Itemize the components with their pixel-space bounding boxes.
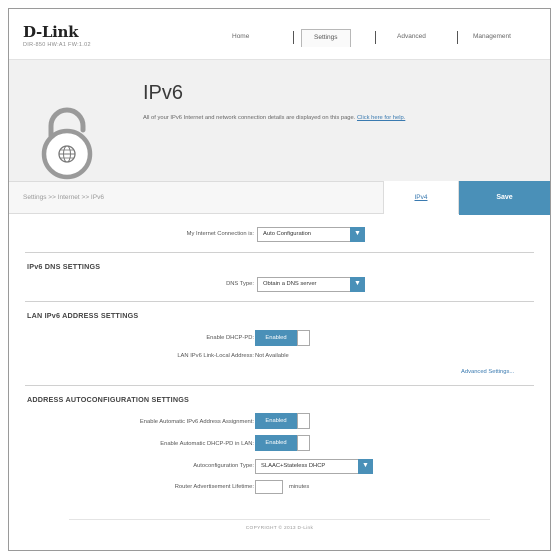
connection-type-value: Auto Configuration [263, 231, 312, 237]
divider [25, 301, 534, 302]
footer-divider [69, 519, 490, 520]
nav-divider [457, 31, 458, 44]
autoconfig-type-label: Autoconfiguration Type: [193, 463, 254, 469]
nav-settings[interactable]: Settings [301, 29, 351, 47]
help-link[interactable]: Click here for help. [357, 115, 405, 121]
divider [25, 385, 534, 386]
dhcp-pd-toggle[interactable]: Enabled [255, 330, 310, 346]
ipv4-link[interactable]: IPv4 [383, 181, 459, 214]
connection-label: My Internet Connection is: [186, 231, 254, 237]
lock-globe-icon [41, 107, 93, 180]
lifetime-unit: minutes [289, 484, 310, 490]
lifetime-input[interactable] [255, 480, 283, 494]
nav-divider [293, 31, 294, 44]
dlink-logo: D-Link [23, 23, 79, 41]
nav-divider [375, 31, 376, 44]
toggle-state: Enabled [255, 435, 297, 451]
chevron-down-icon: ▼ [358, 459, 373, 474]
auto-dhcp-pd-label: Enable Automatic DHCP-PD in LAN: [160, 441, 254, 447]
copyright: COPYRIGHT © 2013 D-Link [245, 526, 314, 531]
advanced-settings-link[interactable]: Advanced Settings... [461, 369, 514, 375]
page-description: All of your IPv6 Internet and network co… [143, 115, 405, 121]
chevron-down-icon: ▼ [350, 227, 365, 242]
link-local-label: LAN IPv6 Link-Local Address: [177, 353, 254, 359]
lifetime-label: Router Advertisement Lifetime: [174, 484, 254, 490]
page-hero: IPv6 All of your IPv6 Internet and netwo… [9, 59, 550, 181]
autoconfig-section-title: ADDRESS AUTOCONFIGURATION SETTINGS [27, 395, 189, 404]
page-title: IPv6 [143, 82, 184, 104]
nav-home[interactable]: Home [232, 33, 249, 40]
save-button[interactable]: Save [459, 181, 550, 215]
dhcp-pd-label: Enable DHCP-PD: [206, 335, 254, 341]
top-header: D-Link DIR-850 HW:A1 FW:1.02 Home Settin… [9, 9, 550, 59]
page-frame: D-Link DIR-850 HW:A1 FW:1.02 Home Settin… [8, 8, 551, 551]
device-info: DIR-850 HW:A1 FW:1.02 [23, 42, 91, 48]
autoconfig-type-select[interactable]: SLAAC+Stateless DHCP ▼ [255, 459, 373, 474]
description-text: All of your IPv6 Internet and network co… [143, 115, 356, 121]
toggle-state: Enabled [255, 413, 297, 429]
auto-dhcp-pd-toggle[interactable]: Enabled [255, 435, 310, 451]
nav-advanced[interactable]: Advanced [397, 33, 426, 40]
toggle-state: Enabled [255, 330, 297, 346]
link-local-value: Not Available [255, 353, 289, 359]
autoconfig-type-value: SLAAC+Stateless DHCP [261, 463, 326, 469]
divider [25, 252, 534, 253]
nav-management[interactable]: Management [473, 33, 511, 40]
connection-type-select[interactable]: Auto Configuration ▼ [257, 227, 365, 242]
dns-type-select[interactable]: Obtain a DNS server ▼ [257, 277, 365, 292]
chevron-down-icon: ▼ [350, 277, 365, 292]
dns-type-value: Obtain a DNS server [263, 281, 317, 287]
auto-assign-label: Enable Automatic IPv6 Address Assignment… [139, 419, 254, 425]
auto-assign-toggle[interactable]: Enabled [255, 413, 310, 429]
toggle-knob [297, 435, 310, 451]
dns-type-label: DNS Type: [226, 281, 254, 287]
dns-section-title: IPv6 DNS SETTINGS [27, 262, 101, 271]
toggle-knob [297, 330, 310, 346]
breadcrumb: Settings >> Internet >> IPv6 [23, 194, 104, 201]
lan-section-title: LAN IPv6 ADDRESS SETTINGS [27, 311, 139, 320]
toggle-knob [297, 413, 310, 429]
breadcrumb-bar: Settings >> Internet >> IPv6 IPv4 Save [9, 181, 550, 215]
